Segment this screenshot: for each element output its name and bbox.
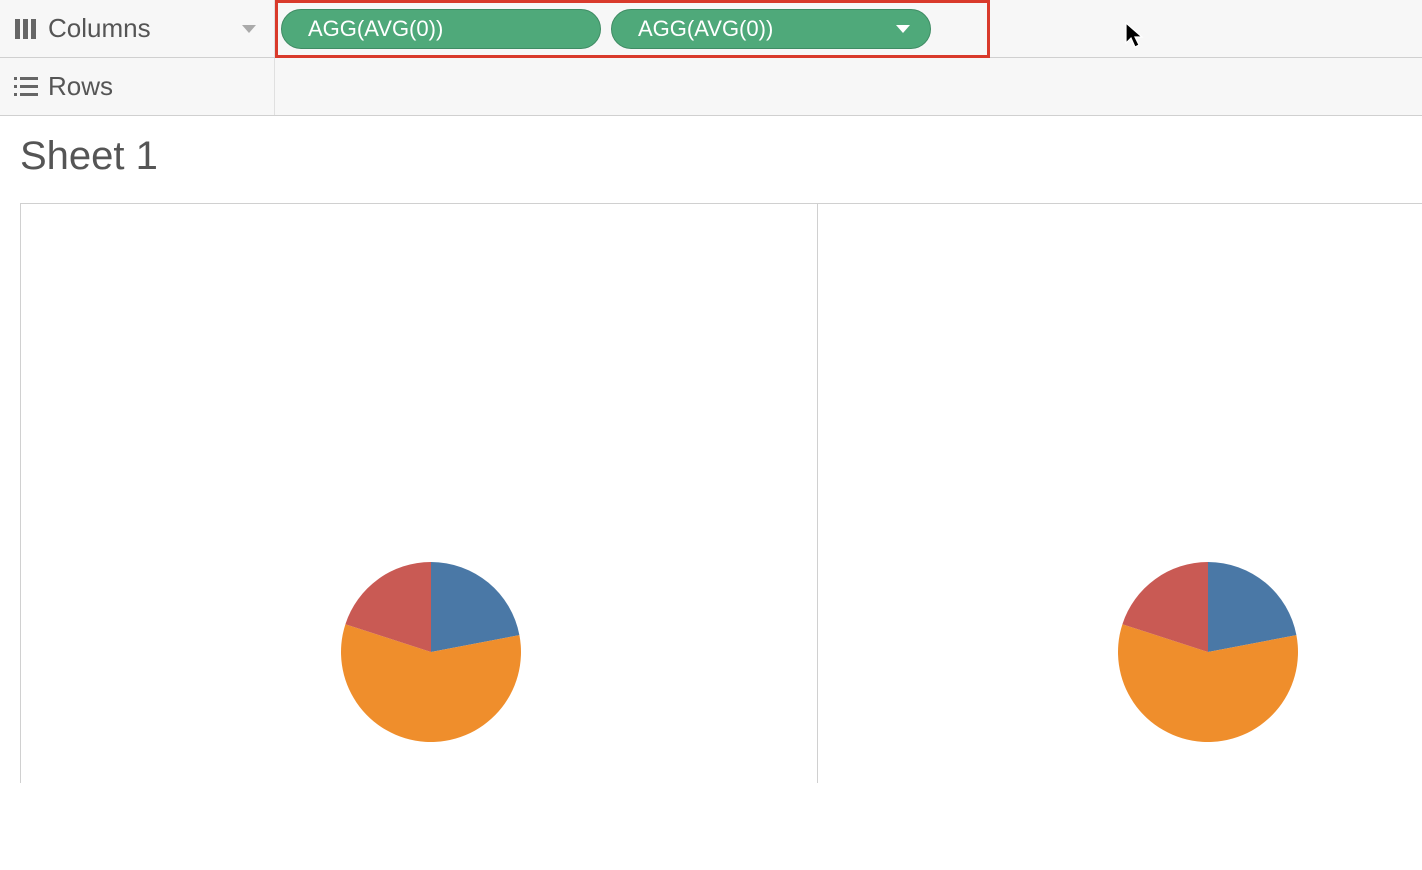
pill-agg-avg-0[interactable]: AGG(AVG(0))	[611, 9, 931, 49]
pie-slice[interactable]	[341, 624, 521, 742]
columns-shelf-label-zone[interactable]: Columns	[0, 0, 275, 57]
rows-shelf-label: Rows	[48, 71, 113, 102]
chevron-down-icon[interactable]	[896, 25, 910, 33]
pie-chart[interactable]	[341, 562, 521, 742]
columns-shelf: Columns AGG(AVG(0)) AGG(AVG(0))	[0, 0, 1422, 58]
viz-pane-2[interactable]	[817, 204, 1422, 783]
cursor-icon	[1125, 22, 1147, 55]
pill-label: AGG(AVG(0))	[308, 16, 443, 42]
columns-icon	[14, 17, 38, 41]
pie-chart[interactable]	[1118, 562, 1298, 742]
pill-agg-avg-0[interactable]: AGG(AVG(0))	[281, 9, 601, 49]
viz-row	[20, 203, 1422, 783]
columns-shelf-label: Columns	[48, 13, 151, 44]
sheet-area: Sheet 1	[0, 116, 1422, 783]
viz-pane-1[interactable]	[20, 204, 817, 783]
sheet-title[interactable]: Sheet 1	[20, 134, 1422, 179]
rows-icon	[14, 75, 38, 99]
rows-shelf: Rows	[0, 58, 1422, 116]
pie-slice[interactable]	[1118, 624, 1298, 742]
rows-shelf-label-zone[interactable]: Rows	[0, 58, 275, 115]
columns-pill-zone[interactable]: AGG(AVG(0)) AGG(AVG(0))	[275, 0, 1422, 57]
chevron-down-icon[interactable]	[242, 25, 256, 33]
rows-pill-zone[interactable]	[275, 58, 1422, 115]
pill-label: AGG(AVG(0))	[638, 16, 773, 42]
